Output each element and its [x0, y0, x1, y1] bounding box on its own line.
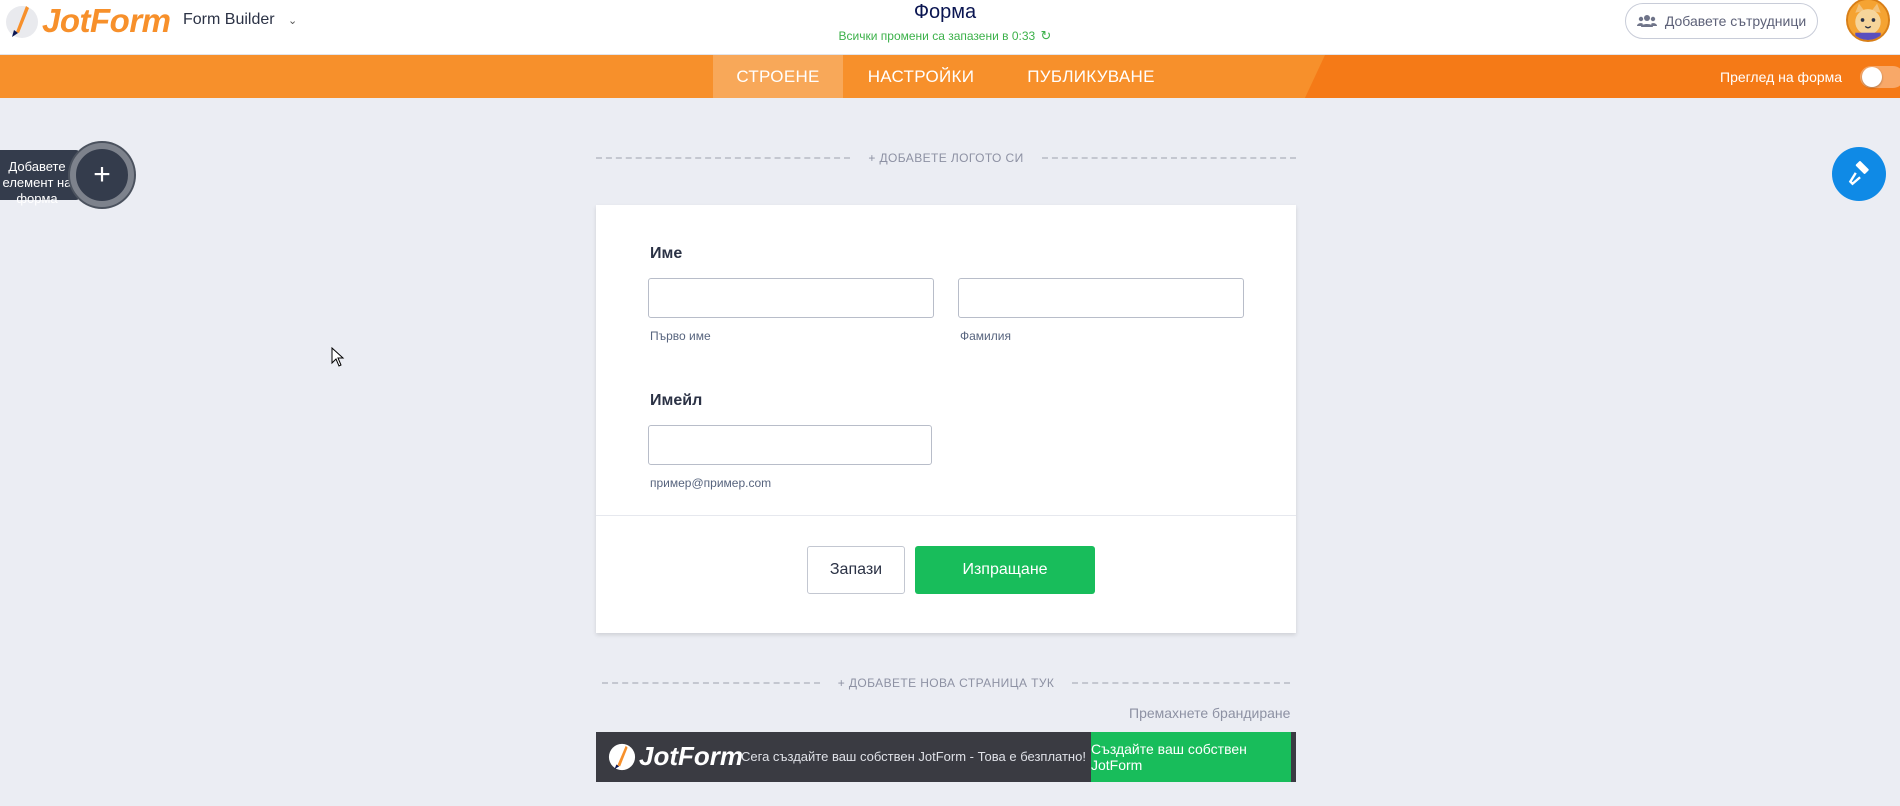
- dashed-divider: [596, 157, 851, 159]
- banner-logo[interactable]: JotForm: [608, 741, 743, 772]
- dashed-divider: [1072, 682, 1290, 684]
- banner-logo-text: JotForm: [639, 741, 743, 771]
- card-divider: [596, 515, 1296, 516]
- tab-build[interactable]: СТРОЕНЕ: [713, 55, 843, 98]
- builder-navbar: СТРОЕНЕ НАСТРОЙКИ ПУБЛИКУВАНЕ Преглед на…: [0, 55, 1900, 98]
- form-card: Име Първо име Фамилия Имейл пример@приме…: [596, 205, 1296, 633]
- add-element-label[interactable]: Добавете елемент на форма: [0, 150, 80, 206]
- email-sublabel: пример@пример.com: [650, 476, 772, 490]
- first-name-sublabel: Първо име: [650, 329, 711, 343]
- remove-branding-link[interactable]: Премахнете брандиране: [1129, 705, 1290, 721]
- refresh-icon[interactable]: ↻: [1041, 28, 1052, 43]
- banner-text: Сега създайте ваш собствен JotForm - Тов…: [741, 749, 1086, 764]
- user-avatar[interactable]: [1846, 0, 1890, 42]
- add-page-link[interactable]: + ДОБАВЕТЕ НОВА СТРАНИЦА ТУК: [820, 676, 1073, 690]
- save-button[interactable]: Запази: [807, 546, 905, 594]
- jotform-branding-banner: JotForm Сега създайте ваш собствен JotFo…: [596, 732, 1296, 782]
- users-icon: [1636, 15, 1657, 27]
- avatar-cat-icon: [1848, 0, 1888, 40]
- create-own-jotform-button[interactable]: Създайте ваш собствен JotForm: [1091, 732, 1291, 782]
- dashed-divider: [602, 682, 820, 684]
- save-status-text: Всички промени са запазени в 0:33: [838, 29, 1036, 43]
- save-status: Всички промени са запазени в 0:33 ↻: [0, 28, 1890, 44]
- last-name-field[interactable]: [958, 278, 1244, 318]
- email-question-label[interactable]: Имейл: [650, 392, 702, 410]
- form-designer-button[interactable]: [1832, 147, 1886, 201]
- add-collaborators-label: Добавете сътрудници: [1664, 13, 1807, 29]
- first-name-field[interactable]: [648, 278, 934, 318]
- top-header: JotForm Form Builder ⌄ Форма Всички пром…: [0, 0, 1900, 55]
- form-title[interactable]: Форма: [0, 0, 1890, 24]
- add-collaborators-button[interactable]: Добавете сътрудници: [1625, 3, 1818, 39]
- jotform-logo-icon: [608, 743, 636, 770]
- tab-publish-label: ПУБЛИКУВАНЕ: [1027, 66, 1155, 86]
- toggle-knob: [1862, 67, 1882, 87]
- tab-build-label: СТРОЕНЕ: [736, 66, 820, 86]
- add-element-button[interactable]: +: [70, 143, 134, 207]
- plus-icon: +: [93, 158, 111, 191]
- tab-settings[interactable]: НАСТРОЙКИ: [855, 55, 987, 98]
- form-preview-toggle[interactable]: [1860, 66, 1900, 88]
- submit-button[interactable]: Изпращане: [915, 546, 1095, 594]
- tab-settings-label: НАСТРОЙКИ: [867, 66, 975, 86]
- form-preview-label[interactable]: Преглед на форма: [1720, 55, 1842, 98]
- mouse-cursor-icon: [331, 347, 345, 367]
- add-page-row: + ДОБАВЕТЕ НОВА СТРАНИЦА ТУК: [602, 673, 1290, 693]
- email-field[interactable]: [648, 425, 932, 465]
- paint-roller-icon: [1848, 161, 1869, 186]
- add-logo-link[interactable]: + ДОБАВЕТЕ ЛОГОТО СИ: [850, 151, 1041, 165]
- name-question-label[interactable]: Име: [650, 245, 682, 263]
- tab-publish[interactable]: ПУБЛИКУВАНЕ: [1017, 55, 1165, 98]
- add-logo-row: + ДОБАВЕТЕ ЛОГОТО СИ: [596, 148, 1296, 168]
- dashed-divider: [1041, 157, 1296, 159]
- last-name-sublabel: Фамилия: [960, 329, 1011, 343]
